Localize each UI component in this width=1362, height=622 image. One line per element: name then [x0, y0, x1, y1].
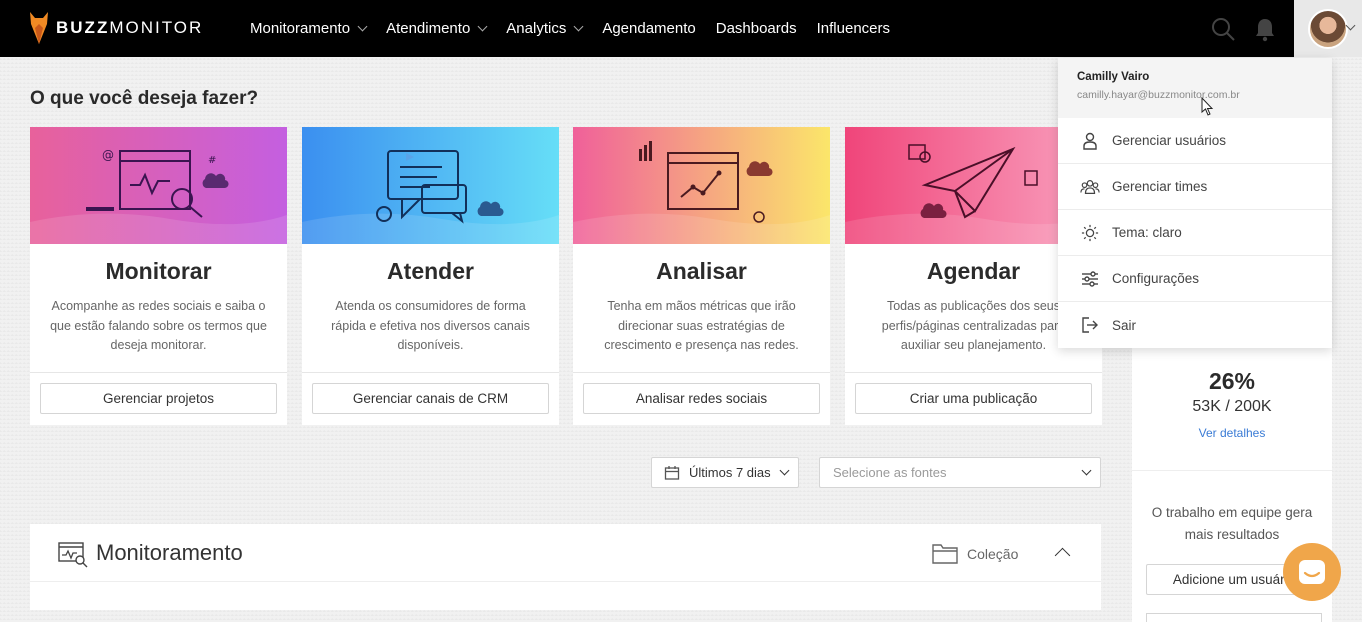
monitor-chart-icon — [58, 542, 88, 568]
section-header: Monitoramento Coleção — [30, 524, 1101, 582]
card-banner: @ # — [30, 127, 287, 244]
nav-atendimento[interactable]: Atendimento — [386, 20, 488, 37]
nav-analytics[interactable]: Analytics — [506, 20, 584, 37]
card-description: Tenha em mãos métricas que irão direcion… — [604, 299, 799, 352]
sliders-icon — [1082, 270, 1098, 287]
usage-percent: 26% — [1208, 368, 1256, 394]
divider — [573, 372, 830, 373]
divider — [30, 372, 287, 373]
card-title: Monitorar — [105, 258, 212, 284]
card-analisar: Analisar Tenha em mãos métricas que irão… — [573, 127, 830, 425]
card-description: Acompanhe as redes sociais e saiba o que… — [50, 299, 267, 352]
team-icon — [1080, 179, 1100, 194]
card-title: Atender — [387, 258, 474, 284]
section-title: Monitoramento — [96, 540, 243, 565]
sources-select[interactable]: Selecione as fontes — [819, 457, 1101, 488]
avatar — [1308, 8, 1348, 49]
main-nav: Monitoramento Atendimento Analytics Agen… — [250, 0, 910, 57]
collection-label[interactable]: Coleção — [967, 546, 1018, 562]
logout-icon — [1082, 317, 1098, 333]
search-icon[interactable] — [1210, 16, 1236, 42]
nav-actions — [1210, 0, 1362, 57]
sources-placeholder: Selecione as fontes — [833, 465, 947, 480]
menu-item-label: Sair — [1112, 317, 1137, 333]
folder-icon[interactable] — [932, 542, 958, 564]
team-promo-text: O trabalho em equipe gera mais resultado… — [1151, 505, 1313, 542]
chat-icon — [1299, 560, 1325, 584]
chevron-down-icon — [1081, 465, 1092, 476]
menu-item-label: Gerenciar times — [1112, 179, 1208, 194]
chevron-down-icon — [357, 21, 368, 32]
card-description: Atenda os consumidores de forma rápida e… — [331, 299, 530, 352]
svg-text:#: # — [208, 155, 216, 166]
monitor-illustration-icon: @ # — [30, 148, 287, 244]
divider — [845, 372, 1102, 373]
chevron-down-icon — [477, 21, 488, 32]
top-navbar: BUZZMONITOR Monitoramento Atendimento An… — [0, 0, 1362, 57]
menu-item-label: Gerenciar usuários — [1112, 133, 1227, 148]
fox-logo-icon — [30, 12, 48, 44]
user-menu-toggle[interactable] — [1294, 0, 1362, 57]
sun-icon — [1081, 224, 1099, 241]
card-banner — [573, 127, 830, 244]
divider — [302, 372, 559, 373]
analisar-redes-sociais-button[interactable]: Analisar redes sociais — [583, 383, 820, 414]
page-title: O que você deseja fazer? — [30, 88, 259, 109]
user-menu-header: Camilly Vairo camilly.hayar@buzzmonitor.… — [1058, 58, 1332, 118]
chevron-down-icon — [779, 465, 790, 476]
ver-detalhes-link[interactable]: Ver detalhes — [1132, 426, 1332, 440]
menu-item-label: Tema: claro — [1112, 225, 1182, 240]
nav-agendamento[interactable]: Agendamento — [602, 20, 695, 37]
mouse-cursor-icon — [1201, 97, 1214, 116]
usage-count: 53K / 200K — [1192, 398, 1272, 415]
chevron-down-icon — [573, 21, 584, 32]
card-title: Analisar — [656, 258, 747, 284]
gerenciar-projetos-button[interactable]: Gerenciar projetos — [40, 383, 277, 414]
divider — [1132, 470, 1332, 471]
menu-item-label: Configurações — [1112, 271, 1200, 286]
nav-dashboards[interactable]: Dashboards — [716, 20, 797, 37]
card-atender: Atender Atenda os consumidores de forma … — [302, 127, 559, 425]
logo-text: BUZZMONITOR — [56, 18, 204, 37]
svg-text:@: @ — [102, 148, 114, 162]
user-icon — [1083, 132, 1097, 150]
chat-launcher-button[interactable] — [1283, 543, 1341, 601]
card-monitorar: @ # Monitorar Acompanhe as redes sociais… — [30, 127, 287, 425]
criar-publicacao-button[interactable]: Criar uma publicação — [855, 383, 1092, 414]
bell-icon[interactable] — [1252, 16, 1278, 42]
nav-influencers[interactable]: Influencers — [817, 20, 890, 37]
secondary-button[interactable] — [1146, 613, 1322, 622]
menu-item-gerenciar-usuarios[interactable]: Gerenciar usuários — [1058, 118, 1332, 164]
menu-item-configuracoes[interactable]: Configurações — [1058, 256, 1332, 302]
date-range-label: Últimos 7 dias — [689, 465, 771, 480]
menu-item-sair[interactable]: Sair — [1058, 302, 1332, 348]
nav-monitoramento[interactable]: Monitoramento — [250, 20, 368, 37]
user-name: Camilly Vairo — [1077, 71, 1150, 83]
calendar-icon — [664, 465, 680, 480]
menu-item-gerenciar-times[interactable]: Gerenciar times — [1058, 164, 1332, 210]
chevron-up-icon[interactable] — [1054, 547, 1071, 564]
card-banner — [302, 127, 559, 244]
menu-item-tema[interactable]: Tema: claro — [1058, 210, 1332, 256]
user-menu-dropdown: Camilly Vairo camilly.hayar@buzzmonitor.… — [1058, 58, 1332, 348]
analytics-illustration-icon — [573, 141, 830, 244]
gerenciar-canais-crm-button[interactable]: Gerenciar canais de CRM — [312, 383, 549, 414]
monitoramento-section: Monitoramento Coleção — [30, 524, 1101, 610]
chat-illustration-icon — [302, 150, 559, 244]
date-range-select[interactable]: Últimos 7 dias — [651, 457, 799, 488]
buzzmonitor-logo[interactable]: BUZZMONITOR — [28, 10, 203, 46]
